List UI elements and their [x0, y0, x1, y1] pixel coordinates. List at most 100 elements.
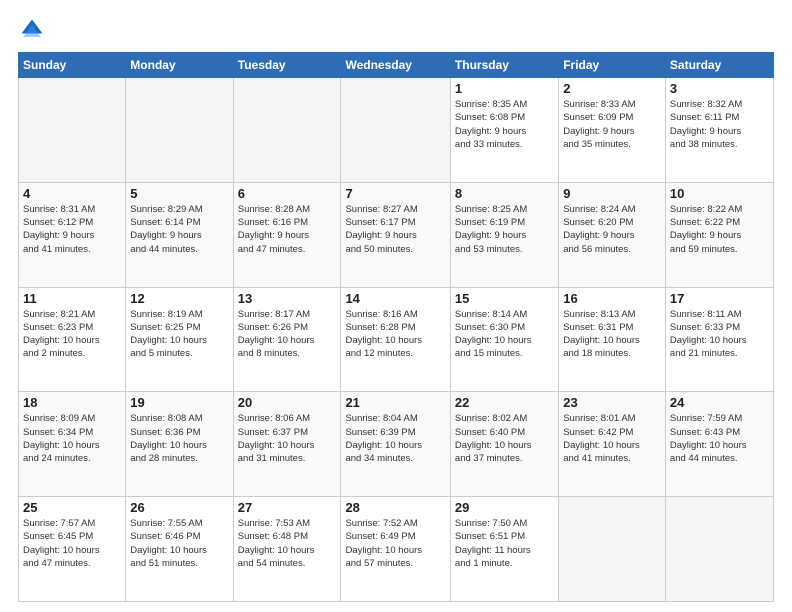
- calendar-table: SundayMondayTuesdayWednesdayThursdayFrid…: [18, 52, 774, 602]
- day-info: Sunrise: 8:04 AMSunset: 6:39 PMDaylight:…: [345, 412, 445, 465]
- day-number: 6: [238, 186, 337, 201]
- calendar-cell: 25 Sunrise: 7:57 AMSunset: 6:45 PMDayligh…: [19, 497, 126, 602]
- calendar-cell: [559, 497, 666, 602]
- day-info: Sunrise: 7:50 AMSunset: 6:51 PMDaylight:…: [455, 517, 554, 570]
- day-info: Sunrise: 8:08 AMSunset: 6:36 PMDaylight:…: [130, 412, 228, 465]
- day-number: 27: [238, 500, 337, 515]
- calendar-cell: 1 Sunrise: 8:35 AMSunset: 6:08 PMDaylight…: [450, 78, 558, 183]
- day-number: 2: [563, 81, 661, 96]
- calendar-cell: 18 Sunrise: 8:09 AMSunset: 6:34 PMDayligh…: [19, 392, 126, 497]
- day-number: 26: [130, 500, 228, 515]
- calendar-cell: 12Sunrise: 8:19 AMSunset: 6:25 PMDayligh…: [126, 287, 233, 392]
- day-info: Sunrise: 8:21 AMSunset: 6:23 PMDaylight:…: [23, 308, 121, 361]
- day-number: 8: [455, 186, 554, 201]
- day-number: 19: [130, 395, 228, 410]
- day-info: Sunrise: 8:11 AMSunset: 6:33 PMDaylight:…: [670, 308, 769, 361]
- day-header: Saturday: [665, 53, 773, 78]
- week-row: 11 Sunrise: 8:21 AMSunset: 6:23 PMDayligh…: [19, 287, 774, 392]
- day-number: 3: [670, 81, 769, 96]
- day-number: 4: [23, 186, 121, 201]
- day-header: Thursday: [450, 53, 558, 78]
- day-number: 17: [670, 291, 769, 306]
- day-header: Friday: [559, 53, 666, 78]
- calendar-cell: 22 Sunrise: 8:02 AMSunset: 6:40 PMDayligh…: [450, 392, 558, 497]
- calendar-cell: 23Sunrise: 8:01 AMSunset: 6:42 PMDayligh…: [559, 392, 666, 497]
- logo-icon: [18, 16, 46, 44]
- day-info: Sunrise: 8:09 AMSunset: 6:34 PMDaylight:…: [23, 412, 121, 465]
- calendar-cell: 15 Sunrise: 8:14 AMSunset: 6:30 PMDayligh…: [450, 287, 558, 392]
- calendar-cell: [233, 78, 341, 183]
- day-info: Sunrise: 7:55 AMSunset: 6:46 PMDaylight:…: [130, 517, 228, 570]
- calendar-cell: [341, 78, 450, 183]
- day-info: Sunrise: 8:29 AMSunset: 6:14 PMDaylight:…: [130, 203, 228, 256]
- calendar-cell: 6 Sunrise: 8:28 AMSunset: 6:16 PMDaylight…: [233, 182, 341, 287]
- day-number: 10: [670, 186, 769, 201]
- calendar-cell: 20Sunrise: 8:06 AMSunset: 6:37 PMDayligh…: [233, 392, 341, 497]
- day-number: 14: [345, 291, 445, 306]
- logo: [18, 16, 50, 44]
- calendar-cell: 27 Sunrise: 7:53 AMSunset: 6:48 PMDayligh…: [233, 497, 341, 602]
- day-number: 11: [23, 291, 121, 306]
- calendar-cell: 29 Sunrise: 7:50 AMSunset: 6:51 PMDayligh…: [450, 497, 558, 602]
- day-number: 22: [455, 395, 554, 410]
- day-number: 9: [563, 186, 661, 201]
- calendar-cell: 2 Sunrise: 8:33 AMSunset: 6:09 PMDaylight…: [559, 78, 666, 183]
- calendar-cell: 21 Sunrise: 8:04 AMSunset: 6:39 PMDayligh…: [341, 392, 450, 497]
- day-header: Sunday: [19, 53, 126, 78]
- calendar-cell: [126, 78, 233, 183]
- calendar-cell: 11 Sunrise: 8:21 AMSunset: 6:23 PMDayligh…: [19, 287, 126, 392]
- day-info: Sunrise: 8:32 AMSunset: 6:11 PMDaylight:…: [670, 98, 769, 151]
- day-number: 1: [455, 81, 554, 96]
- calendar-cell: 28 Sunrise: 7:52 AMSunset: 6:49 PMDayligh…: [341, 497, 450, 602]
- day-number: 18: [23, 395, 121, 410]
- day-info: Sunrise: 7:57 AMSunset: 6:45 PMDaylight:…: [23, 517, 121, 570]
- calendar-cell: 4 Sunrise: 8:31 AMSunset: 6:12 PMDaylight…: [19, 182, 126, 287]
- week-row: 4 Sunrise: 8:31 AMSunset: 6:12 PMDaylight…: [19, 182, 774, 287]
- header-row: SundayMondayTuesdayWednesdayThursdayFrid…: [19, 53, 774, 78]
- week-row: 25 Sunrise: 7:57 AMSunset: 6:45 PMDayligh…: [19, 497, 774, 602]
- day-number: 15: [455, 291, 554, 306]
- calendar-cell: 13 Sunrise: 8:17 AMSunset: 6:26 PMDayligh…: [233, 287, 341, 392]
- day-info: Sunrise: 8:01 AMSunset: 6:42 PMDaylight:…: [563, 412, 661, 465]
- day-info: Sunrise: 8:17 AMSunset: 6:26 PMDaylight:…: [238, 308, 337, 361]
- calendar-cell: 10 Sunrise: 8:22 AMSunset: 6:22 PMDayligh…: [665, 182, 773, 287]
- day-info: Sunrise: 8:14 AMSunset: 6:30 PMDaylight:…: [455, 308, 554, 361]
- day-number: 5: [130, 186, 228, 201]
- calendar-cell: 19 Sunrise: 8:08 AMSunset: 6:36 PMDayligh…: [126, 392, 233, 497]
- day-info: Sunrise: 7:53 AMSunset: 6:48 PMDaylight:…: [238, 517, 337, 570]
- day-number: 21: [345, 395, 445, 410]
- day-info: Sunrise: 8:27 AMSunset: 6:17 PMDaylight:…: [345, 203, 445, 256]
- day-info: Sunrise: 8:22 AMSunset: 6:22 PMDaylight:…: [670, 203, 769, 256]
- calendar-cell: 24Sunrise: 7:59 AMSunset: 6:43 PMDayligh…: [665, 392, 773, 497]
- day-info: Sunrise: 8:06 AMSunset: 6:37 PMDaylight:…: [238, 412, 337, 465]
- calendar-cell: 16 Sunrise: 8:13 AMSunset: 6:31 PMDayligh…: [559, 287, 666, 392]
- day-number: 25: [23, 500, 121, 515]
- day-number: 24: [670, 395, 769, 410]
- calendar-cell: 14 Sunrise: 8:16 AMSunset: 6:28 PMDayligh…: [341, 287, 450, 392]
- calendar-cell: [665, 497, 773, 602]
- calendar-cell: [19, 78, 126, 183]
- calendar-cell: 5 Sunrise: 8:29 AMSunset: 6:14 PMDaylight…: [126, 182, 233, 287]
- day-info: Sunrise: 8:25 AMSunset: 6:19 PMDaylight:…: [455, 203, 554, 256]
- day-number: 16: [563, 291, 661, 306]
- calendar-cell: 8 Sunrise: 8:25 AMSunset: 6:19 PMDaylight…: [450, 182, 558, 287]
- day-header: Tuesday: [233, 53, 341, 78]
- day-number: 29: [455, 500, 554, 515]
- calendar-cell: 9Sunrise: 8:24 AMSunset: 6:20 PMDaylight…: [559, 182, 666, 287]
- week-row: 1 Sunrise: 8:35 AMSunset: 6:08 PMDaylight…: [19, 78, 774, 183]
- day-info: Sunrise: 8:13 AMSunset: 6:31 PMDaylight:…: [563, 308, 661, 361]
- day-number: 28: [345, 500, 445, 515]
- day-info: Sunrise: 8:02 AMSunset: 6:40 PMDaylight:…: [455, 412, 554, 465]
- day-info: Sunrise: 8:31 AMSunset: 6:12 PMDaylight:…: [23, 203, 121, 256]
- page: SundayMondayTuesdayWednesdayThursdayFrid…: [0, 0, 792, 612]
- day-info: Sunrise: 8:28 AMSunset: 6:16 PMDaylight:…: [238, 203, 337, 256]
- day-info: Sunrise: 8:35 AMSunset: 6:08 PMDaylight:…: [455, 98, 554, 151]
- day-number: 13: [238, 291, 337, 306]
- header: [18, 16, 774, 44]
- day-info: Sunrise: 7:52 AMSunset: 6:49 PMDaylight:…: [345, 517, 445, 570]
- day-info: Sunrise: 8:33 AMSunset: 6:09 PMDaylight:…: [563, 98, 661, 151]
- calendar-cell: 7 Sunrise: 8:27 AMSunset: 6:17 PMDaylight…: [341, 182, 450, 287]
- day-info: Sunrise: 8:16 AMSunset: 6:28 PMDaylight:…: [345, 308, 445, 361]
- calendar-cell: 26 Sunrise: 7:55 AMSunset: 6:46 PMDayligh…: [126, 497, 233, 602]
- day-number: 7: [345, 186, 445, 201]
